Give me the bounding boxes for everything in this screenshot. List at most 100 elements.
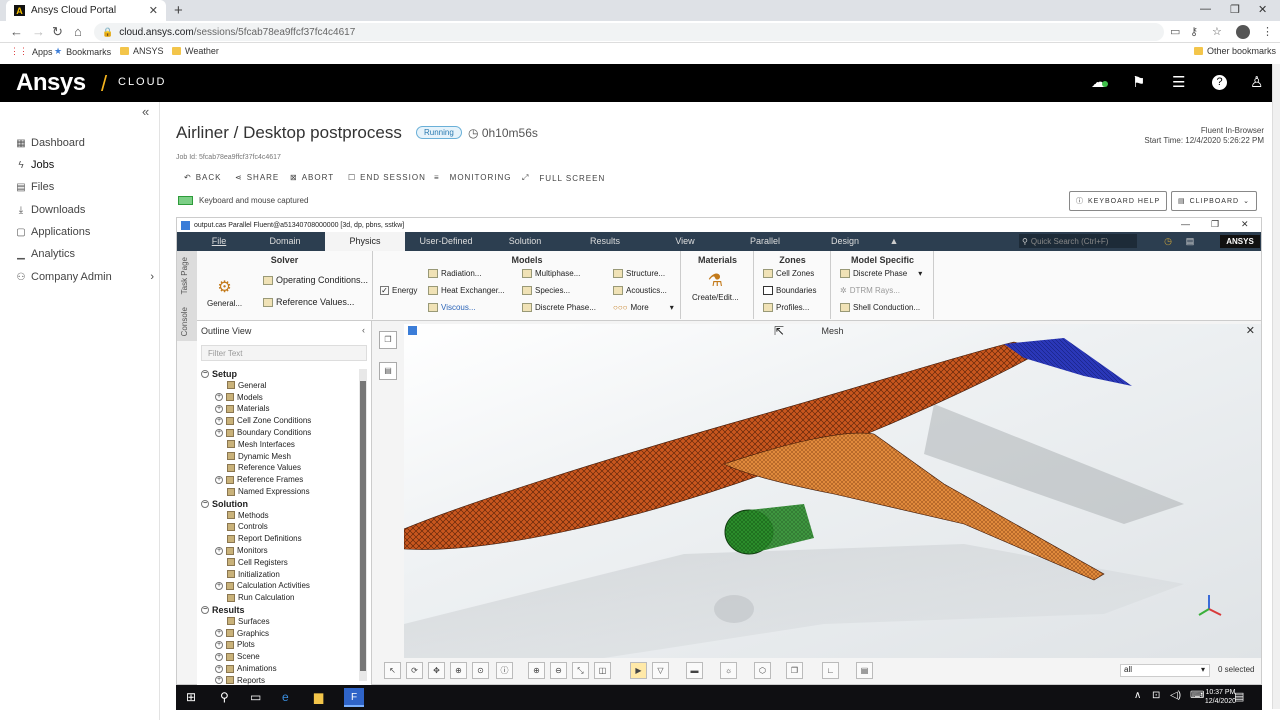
- edge-browser-icon[interactable]: e: [282, 690, 289, 704]
- zoom-in-icon[interactable]: ⊕: [528, 662, 545, 679]
- copy-view-icon[interactable]: ❐: [379, 331, 397, 349]
- cell-zones-button[interactable]: Cell Zones: [763, 269, 814, 278]
- home-icon[interactable]: ⌂: [74, 24, 82, 39]
- expand-icon[interactable]: +: [215, 404, 223, 413]
- graphics-viewport[interactable]: Mesh ✕ ⇱: [404, 324, 1261, 658]
- outline-tree-item[interactable]: + Boundary Conditions: [215, 428, 311, 437]
- keyboard-layout-icon[interactable]: ⌨: [1190, 690, 1204, 701]
- browser-tab[interactable]: A Ansys Cloud Portal ✕: [6, 0, 166, 21]
- sidebar-item-applications[interactable]: ▢ Applications: [16, 226, 90, 238]
- share-button[interactable]: ⋖ SHARE: [235, 173, 279, 182]
- create-edit-materials-button[interactable]: ⚗ Create/Edit...: [692, 271, 739, 302]
- fluent-close-icon[interactable]: ✕: [1241, 219, 1249, 230]
- general-button[interactable]: ⚙ General...: [207, 277, 242, 308]
- acoustics-button[interactable]: Acoustics...: [613, 286, 667, 295]
- outline-tree-item[interactable]: + Monitors: [215, 546, 268, 555]
- lighting-icon[interactable]: ☼: [720, 662, 737, 679]
- task-view-icon[interactable]: ▭: [250, 690, 261, 704]
- tab-console[interactable]: Console: [180, 307, 189, 336]
- windows-start-icon[interactable]: ⊞: [186, 690, 196, 704]
- outline-tree-item[interactable]: Initialization: [227, 570, 280, 579]
- zoom-out-icon[interactable]: ⊖: [550, 662, 567, 679]
- expand-icon[interactable]: +: [215, 640, 223, 649]
- viscous-button[interactable]: Viscous...: [428, 303, 476, 312]
- file-explorer-icon[interactable]: ▆: [314, 690, 323, 704]
- isometric-view-icon[interactable]: ◫: [594, 662, 611, 679]
- menu-results[interactable]: Results: [577, 232, 633, 251]
- collapse-icon[interactable]: −: [201, 370, 209, 378]
- bookmark-bookmarks[interactable]: ★ Bookmarks: [54, 46, 111, 57]
- zoom-in-out-icon[interactable]: ⊕: [450, 662, 467, 679]
- tab-task-page[interactable]: Task Page: [180, 257, 189, 294]
- close-window-icon[interactable]: ✕: [1258, 3, 1267, 16]
- chat-icon[interactable]: ☰: [1172, 73, 1185, 91]
- filter-text-input[interactable]: Filter Text: [201, 345, 367, 361]
- clock-tool-icon[interactable]: ◷: [1161, 232, 1175, 251]
- fluent-restore-icon[interactable]: ❐: [1211, 219, 1219, 230]
- cast-icon[interactable]: ▭: [1170, 25, 1180, 38]
- flag-icon[interactable]: ⚑: [1132, 73, 1145, 91]
- layout-toggle-icon[interactable]: ▤: [379, 362, 397, 380]
- outline-section[interactable]: − Setup: [201, 369, 237, 379]
- sidebar-item-dashboard[interactable]: ▦ Dashboard: [16, 137, 85, 149]
- profiles-button[interactable]: Profiles...: [763, 303, 809, 312]
- outline-tree-item[interactable]: + Materials: [215, 404, 269, 413]
- other-bookmarks[interactable]: Other bookmarks: [1194, 46, 1276, 56]
- menu-kebab-icon[interactable]: ⋮: [1262, 25, 1273, 38]
- expand-icon[interactable]: +: [215, 475, 223, 484]
- clipboard-button[interactable]: ▤ CLIPBOARD ⌄: [1171, 191, 1257, 211]
- discrete-phase-button[interactable]: Discrete Phase...: [522, 303, 596, 312]
- quick-search-input[interactable]: ⚲ Quick Search (Ctrl+F): [1019, 234, 1137, 248]
- network-icon[interactable]: ⊡: [1152, 690, 1160, 701]
- axes-icon[interactable]: ∟: [822, 662, 839, 679]
- outline-tree-item[interactable]: Dynamic Mesh: [227, 452, 291, 461]
- outline-tree-item[interactable]: + Reference Frames: [215, 475, 303, 484]
- structure-button[interactable]: Structure...: [613, 269, 665, 278]
- expand-icon[interactable]: +: [215, 581, 223, 590]
- 3d-box-icon[interactable]: ⬡: [754, 662, 771, 679]
- outline-tree-item[interactable]: Controls: [227, 522, 268, 531]
- operating-conditions-button[interactable]: Operating Conditions...: [263, 275, 368, 285]
- profile-avatar[interactable]: [1236, 25, 1250, 39]
- menu-domain[interactable]: Domain: [259, 232, 311, 251]
- expand-icon[interactable]: +: [215, 676, 223, 685]
- rotate-icon[interactable]: ⟳: [406, 662, 423, 679]
- more-models-button[interactable]: ○○○ More ▾: [613, 303, 674, 312]
- menu-file[interactable]: File: [201, 232, 237, 251]
- expand-icon[interactable]: +: [215, 393, 223, 402]
- notifications-icon[interactable]: ▤: [1234, 690, 1244, 703]
- new-tab-icon[interactable]: +: [174, 2, 183, 19]
- sidebar-item-analytics[interactable]: ▁ Analytics: [16, 248, 75, 260]
- report-icon[interactable]: ▤: [856, 662, 873, 679]
- page-scrollbar[interactable]: [1272, 64, 1280, 709]
- layout-icon[interactable]: ▤: [1183, 232, 1197, 251]
- reload-icon[interactable]: ↻: [52, 24, 63, 40]
- full-screen-button[interactable]: ⤢ FULL SCREEN: [522, 173, 605, 183]
- sidebar-item-company-admin[interactable]: ⚇ Company Admin ›: [16, 271, 154, 283]
- selection-filter-select[interactable]: all ▾: [1120, 664, 1210, 677]
- expand-icon[interactable]: +: [215, 629, 223, 638]
- outline-scroll-thumb[interactable]: [360, 381, 366, 671]
- outline-tree-item[interactable]: Named Expressions: [227, 487, 310, 496]
- expand-icon[interactable]: +: [215, 652, 223, 661]
- collapse-ribbon-icon[interactable]: ▲: [887, 232, 901, 251]
- outline-section[interactable]: − Results: [201, 605, 245, 615]
- outline-tree-item[interactable]: General: [227, 381, 266, 390]
- outline-tree-item[interactable]: + Animations: [215, 664, 277, 673]
- keyboard-help-button[interactable]: ⓘ KEYBOARD HELP: [1069, 191, 1168, 211]
- outline-tree-item[interactable]: + Calculation Activities: [215, 581, 310, 590]
- fluent-minimize-icon[interactable]: —: [1181, 219, 1190, 229]
- radiation-button[interactable]: Radiation...: [428, 269, 481, 278]
- energy-checkbox[interactable]: ✓ Energy: [380, 286, 417, 295]
- shell-conduction-button[interactable]: Shell Conduction...: [840, 303, 920, 312]
- fluent-taskbar-icon[interactable]: F: [344, 688, 364, 707]
- volume-icon[interactable]: ◁): [1170, 690, 1181, 701]
- forward-nav-icon[interactable]: →: [32, 24, 45, 39]
- taskbar-clock[interactable]: 10:37 PM 12/4/2020: [1205, 688, 1236, 706]
- menu-solution[interactable]: Solution: [497, 232, 553, 251]
- outline-tree-item[interactable]: + Graphics: [215, 629, 269, 638]
- collapse-icon[interactable]: −: [201, 499, 209, 508]
- copy-image-icon[interactable]: ❐: [786, 662, 803, 679]
- monitoring-button[interactable]: ≡ MONITORING: [434, 173, 512, 182]
- heat-exchanger-button[interactable]: Heat Exchanger...: [428, 286, 505, 295]
